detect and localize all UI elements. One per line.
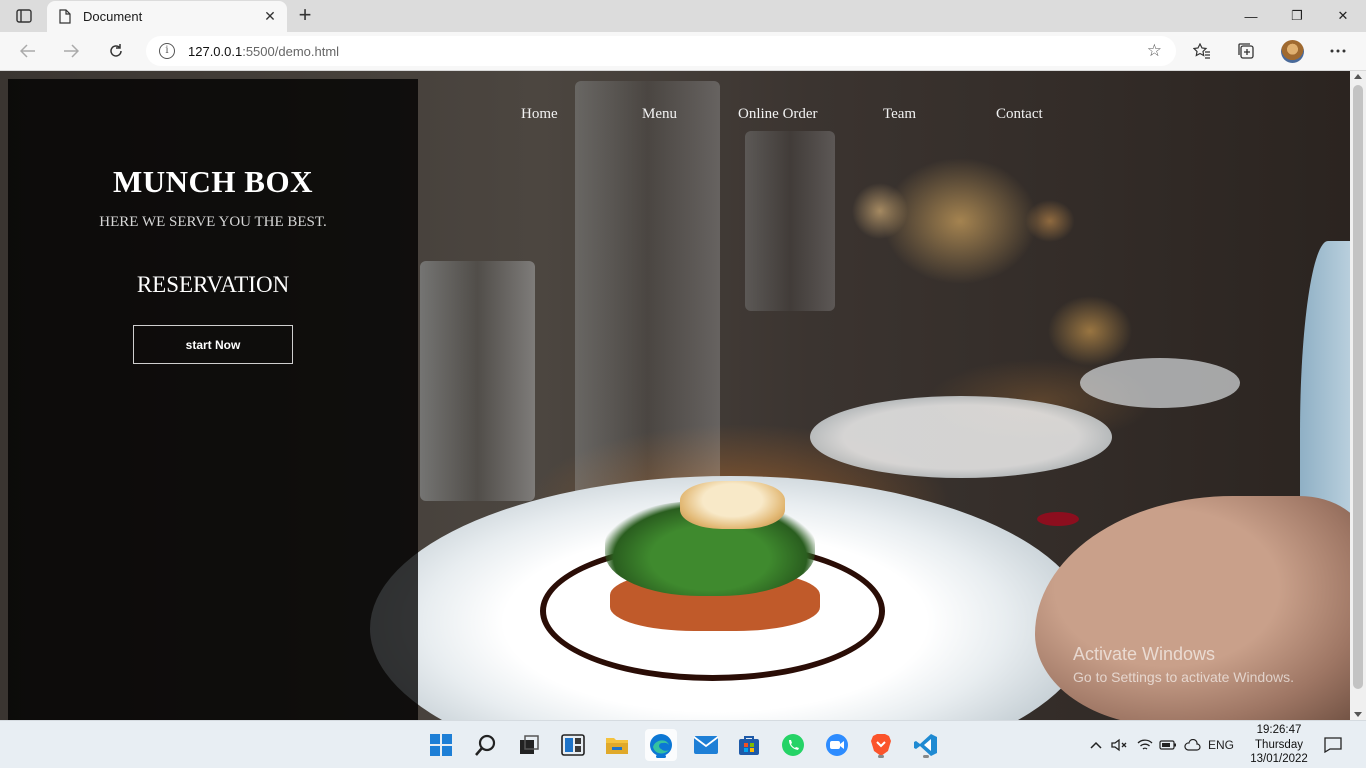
nav-link-team[interactable]: Team xyxy=(883,106,916,123)
task-view-icon[interactable] xyxy=(513,729,545,761)
window-close-button[interactable]: ✕ xyxy=(1320,0,1366,32)
clock-date: 13/01/2022 xyxy=(1250,753,1308,765)
watermark-subtitle: Go to Settings to activate Windows. xyxy=(1073,669,1294,685)
store-icon[interactable] xyxy=(733,729,765,761)
scroll-thumb[interactable] xyxy=(1353,85,1363,689)
refresh-icon[interactable] xyxy=(103,39,129,63)
volume-muted-icon[interactable] xyxy=(1110,735,1128,755)
document-icon xyxy=(59,9,71,24)
more-icon[interactable] xyxy=(1326,40,1350,62)
battery-icon[interactable] xyxy=(1159,735,1177,755)
nail-image xyxy=(1037,512,1079,526)
browser-tab[interactable]: Document ✕ xyxy=(47,1,287,32)
glass-image xyxy=(420,261,535,501)
hero-panel: MUNCH BOX HERE WE SERVE YOU THE BEST. RE… xyxy=(8,79,418,720)
profile-avatar[interactable] xyxy=(1281,40,1304,63)
vscode-icon[interactable] xyxy=(910,729,942,761)
chevron-up-icon[interactable] xyxy=(1087,735,1105,755)
page-viewport: Home Menu Online Order Team Contact MUNC… xyxy=(0,71,1350,720)
new-tab-button[interactable]: + xyxy=(293,4,317,27)
active-indicator xyxy=(656,755,666,758)
running-indicator xyxy=(878,755,884,758)
clock-day: Thursday xyxy=(1255,738,1303,751)
wifi-icon[interactable] xyxy=(1136,735,1154,755)
language-indicator[interactable]: ENG xyxy=(1205,735,1237,755)
glass-image xyxy=(575,81,720,501)
widgets-icon[interactable] xyxy=(557,729,589,761)
maximize-button[interactable]: ❐ xyxy=(1274,0,1320,32)
forward-icon[interactable] xyxy=(58,39,84,63)
reservation-heading: RESERVATION xyxy=(136,272,290,297)
watermark-title: Activate Windows xyxy=(1073,644,1216,664)
nav-link-contact[interactable]: Contact xyxy=(996,106,1043,123)
plate-image xyxy=(1080,358,1240,408)
favorites-icon[interactable] xyxy=(1190,40,1214,62)
nav-link-online-order[interactable]: Online Order xyxy=(738,106,818,123)
url-text: 127.0.0.1:5500/demo.html xyxy=(188,43,340,59)
minimize-button[interactable]: — xyxy=(1228,0,1274,32)
running-indicator xyxy=(923,755,929,758)
windows-start-icon[interactable] xyxy=(425,729,457,761)
brave-icon[interactable] xyxy=(865,729,897,761)
tagline: HERE WE SERVE YOU THE BEST. xyxy=(99,214,327,230)
file-explorer-icon[interactable] xyxy=(601,729,633,761)
weather-cloud-icon[interactable] xyxy=(1182,735,1202,755)
search-icon[interactable] xyxy=(470,729,502,761)
page-scrollbar[interactable] xyxy=(1350,71,1366,720)
scroll-up-icon[interactable] xyxy=(1354,74,1362,79)
whatsapp-icon[interactable] xyxy=(777,729,809,761)
add-favorite-icon[interactable]: ☆ xyxy=(1147,41,1162,61)
tab-actions-icon[interactable] xyxy=(10,6,38,26)
plate-image xyxy=(810,396,1112,478)
browser-tab-bar: Document ✕ + — ❐ ✕ xyxy=(0,0,1366,32)
close-icon[interactable]: ✕ xyxy=(261,7,279,25)
system-clock[interactable]: 19:26:47 Thursday 13/01/2022 xyxy=(1240,723,1318,767)
scroll-down-icon[interactable] xyxy=(1354,712,1362,717)
tab-title: Document xyxy=(83,9,143,24)
glass-image xyxy=(745,131,835,311)
edge-icon[interactable] xyxy=(645,729,677,761)
nav-link-home[interactable]: Home xyxy=(521,106,558,123)
start-now-button[interactable]: start Now xyxy=(133,325,293,364)
mail-icon[interactable] xyxy=(690,729,722,761)
clock-time: 19:26:47 xyxy=(1256,724,1302,736)
fish-image xyxy=(680,481,785,529)
info-icon[interactable]: i xyxy=(159,43,175,59)
back-icon[interactable] xyxy=(15,39,41,63)
activate-windows-watermark: Activate Windows Go to Settings to activ… xyxy=(1073,644,1294,685)
taskbar: ENG 19:26:47 Thursday 13/01/2022 xyxy=(0,720,1366,768)
nav-link-menu[interactable]: Menu xyxy=(642,106,677,123)
notifications-icon[interactable] xyxy=(1322,735,1344,755)
brand-title: MUNCH BOX xyxy=(113,164,313,199)
zoom-icon[interactable] xyxy=(821,729,853,761)
collections-icon[interactable] xyxy=(1234,40,1258,62)
address-bar: i 127.0.0.1:5500/demo.html ☆ xyxy=(0,32,1366,71)
url-input[interactable]: i 127.0.0.1:5500/demo.html ☆ xyxy=(146,36,1176,66)
